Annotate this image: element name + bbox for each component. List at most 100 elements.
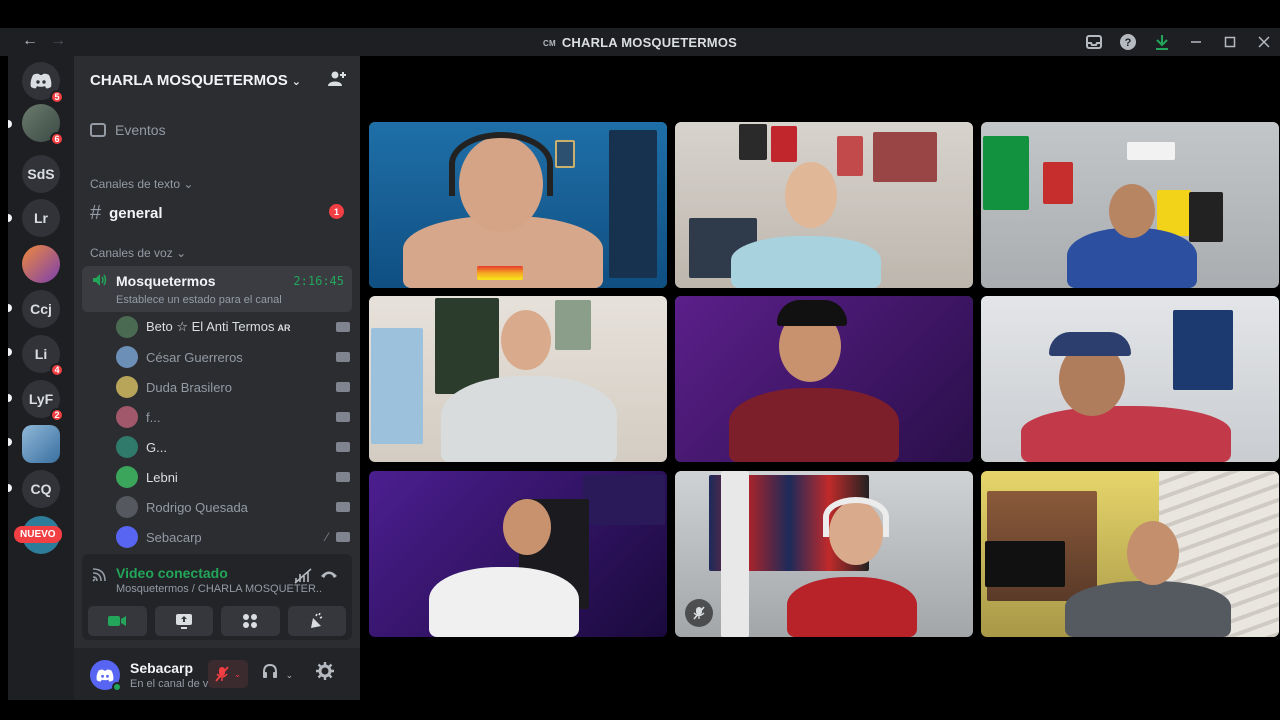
events-label: Eventos bbox=[115, 122, 166, 138]
participant-head bbox=[1127, 521, 1179, 585]
help-icon[interactable]: ? bbox=[1118, 32, 1138, 52]
server-icon-avatar[interactable] bbox=[22, 425, 60, 463]
camera-button[interactable] bbox=[88, 606, 147, 636]
server-icon-avatar[interactable] bbox=[22, 245, 60, 283]
video-tile[interactable] bbox=[675, 122, 973, 288]
chevron-down-icon: ⌄ bbox=[183, 177, 194, 191]
server-icon-li[interactable]: Li 4 bbox=[22, 335, 64, 377]
signal-icon[interactable] bbox=[92, 568, 108, 585]
video-tile[interactable] bbox=[369, 471, 667, 637]
member-name: Sebacarp bbox=[146, 529, 202, 545]
category-voice[interactable]: Canales de voz ⌄ bbox=[90, 246, 186, 260]
server-icon-ccj[interactable]: Ccj bbox=[22, 290, 60, 328]
flag-curtain bbox=[721, 471, 749, 637]
video-tile[interactable] bbox=[369, 296, 667, 462]
voice-member[interactable]: César Guerreros bbox=[116, 344, 350, 370]
channel-general[interactable]: # general bbox=[90, 202, 162, 225]
wall-jersey bbox=[739, 124, 767, 160]
headset bbox=[449, 132, 553, 196]
voice-channel-mosquetermos[interactable]: Mosquetermos 2:16:45 Establece un estado… bbox=[82, 266, 352, 312]
unread-pill bbox=[8, 438, 12, 446]
camera-icon bbox=[336, 502, 350, 512]
voice-connected-panel: Video conectado Mosquetermos / CHARLA MO… bbox=[82, 554, 352, 640]
voice-status-title: Video conectado bbox=[116, 565, 228, 581]
server-icon-lr[interactable]: Lr bbox=[22, 199, 60, 237]
server-icon-sds[interactable]: SdS bbox=[22, 155, 60, 193]
voice-member[interactable]: f... bbox=[116, 404, 350, 430]
video-tile[interactable] bbox=[981, 122, 1279, 288]
voice-member[interactable]: Lebni bbox=[116, 464, 350, 490]
rq-logo-sign bbox=[583, 475, 665, 525]
close-icon[interactable] bbox=[1254, 32, 1274, 52]
camera-icon bbox=[336, 322, 350, 332]
screen-share-button[interactable] bbox=[154, 606, 213, 636]
video-tile[interactable] bbox=[675, 471, 973, 637]
category-text[interactable]: Canales de texto ⌄ bbox=[90, 177, 193, 191]
participant-body bbox=[1021, 406, 1231, 462]
wall-poster bbox=[837, 136, 863, 176]
microphone-muted-button[interactable]: ⌄ bbox=[208, 660, 248, 688]
discord-home-icon[interactable]: 5 bbox=[22, 62, 64, 104]
voice-member[interactable]: G... bbox=[116, 434, 350, 460]
avatar bbox=[116, 376, 138, 398]
unread-pill bbox=[8, 348, 12, 356]
cap bbox=[1049, 332, 1131, 356]
window-controls: ? bbox=[1084, 32, 1274, 52]
voice-member[interactable]: Sebacarp ⁄ bbox=[116, 524, 350, 550]
avatar bbox=[116, 316, 138, 338]
participant-body bbox=[729, 388, 899, 462]
inbox-icon[interactable] bbox=[1084, 32, 1104, 52]
server-header[interactable]: CHARLA MOSQUETERMOS ⌄ bbox=[90, 72, 301, 89]
member-name: G... bbox=[146, 439, 167, 455]
chevron-down-icon: ⌄ bbox=[285, 670, 294, 680]
avatar bbox=[116, 406, 138, 428]
server-label: Li bbox=[34, 346, 48, 362]
settings-gear-icon[interactable] bbox=[316, 662, 334, 685]
voice-status-channel[interactable]: Mosquetermos / CHARLA MOSQUETER... bbox=[116, 583, 322, 595]
user-panel: Sebacarp En el canal de voz ⌄ ⌄ bbox=[74, 648, 360, 700]
muted-icon: ⁄ bbox=[325, 530, 328, 544]
participant-head bbox=[785, 162, 837, 228]
avatar bbox=[116, 466, 138, 488]
minimize-icon[interactable] bbox=[1186, 32, 1206, 52]
server-icon-lyf[interactable]: LyF 2 bbox=[22, 380, 64, 422]
maximize-icon[interactable] bbox=[1220, 32, 1240, 52]
member-name: Rodrigo Quesada bbox=[146, 499, 248, 515]
download-icon[interactable] bbox=[1152, 32, 1172, 52]
shirt-flag bbox=[477, 266, 523, 280]
mention-badge: 1 bbox=[329, 204, 344, 219]
server-icon-cq[interactable]: CQ bbox=[22, 470, 60, 508]
voice-channel-name: Mosquetermos bbox=[116, 273, 216, 289]
events-item[interactable]: Eventos bbox=[90, 122, 166, 138]
voice-member[interactable]: Beto ☆ El Anti Termos AR bbox=[116, 314, 350, 340]
video-tile[interactable] bbox=[981, 471, 1279, 637]
invite-member-icon[interactable] bbox=[328, 70, 346, 91]
soundboard-button[interactable] bbox=[287, 606, 346, 636]
chevron-down-icon: ⌄ bbox=[233, 668, 242, 679]
server-label: LyF bbox=[28, 391, 54, 407]
muted-mic-icon[interactable] bbox=[685, 599, 713, 627]
headphones-button[interactable]: ⌄ bbox=[262, 663, 294, 681]
server-label: CQ bbox=[30, 481, 52, 497]
video-tile[interactable] bbox=[369, 122, 667, 288]
video-tile[interactable] bbox=[675, 296, 973, 462]
hash-icon: # bbox=[90, 202, 102, 224]
wall-poster bbox=[873, 132, 937, 182]
participant-body bbox=[1065, 581, 1231, 637]
user-status: En el canal de voz bbox=[130, 678, 220, 690]
channel-status[interactable]: Establece un estado para el canal bbox=[116, 294, 282, 306]
noise-suppression-icon[interactable] bbox=[294, 568, 312, 587]
voice-member[interactable]: Rodrigo Quesada bbox=[116, 494, 350, 520]
disconnect-icon[interactable] bbox=[320, 566, 338, 582]
tv-screen bbox=[985, 541, 1065, 587]
voice-member[interactable]: Duda Brasilero bbox=[116, 374, 350, 400]
usa-poster bbox=[1173, 310, 1233, 390]
call-timer: 2:16:45 bbox=[293, 274, 344, 288]
category-label: Canales de voz bbox=[90, 246, 173, 260]
wall-jersey bbox=[1043, 162, 1073, 204]
activities-button[interactable] bbox=[221, 606, 280, 636]
video-tile[interactable] bbox=[981, 296, 1279, 462]
unread-pill bbox=[8, 484, 12, 492]
headset bbox=[823, 497, 889, 537]
server-icon-avatar[interactable]: 6 bbox=[22, 104, 64, 146]
